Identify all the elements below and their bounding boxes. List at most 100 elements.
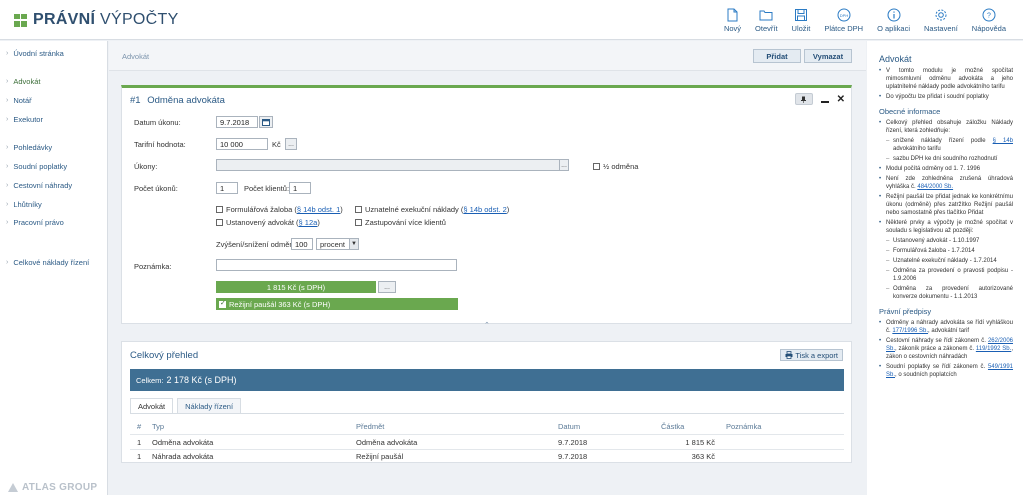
row-2-amount: 363 Kč xyxy=(691,452,715,461)
help-general-title: Obecné informace xyxy=(879,107,941,116)
sidebar-item-labor-law[interactable]: › Pracovní právo xyxy=(6,218,64,227)
file-icon xyxy=(727,8,738,22)
appointed-lawyer-checkbox[interactable]: Ustanovený advokát (§ 12a) xyxy=(216,218,320,227)
date-label: Datum úkonu: xyxy=(134,118,181,127)
help-link-14b[interactable]: § 14b xyxy=(993,138,1013,144)
multi-clients-checkbox[interactable]: Zastupování více klientů xyxy=(355,218,446,227)
info-icon xyxy=(887,8,901,22)
col-note: Poznámka xyxy=(726,422,762,431)
row-1-date: 9.7.2018 xyxy=(558,438,588,447)
sidebar-item-notary[interactable]: › Notář xyxy=(6,96,32,105)
fee-result: 1 815 Kč (s DPH) xyxy=(216,281,376,293)
currency-label: Kč xyxy=(272,140,281,149)
app-header: PRÁVNÍ VÝPOČTY Nový Otevřít Uložit DPH P… xyxy=(0,0,1023,40)
tab-lawyer[interactable]: Advokát xyxy=(130,398,174,414)
chevron-right-icon: › xyxy=(6,182,9,189)
tariff-more-button[interactable]: ... xyxy=(285,138,297,150)
svg-text:DPH: DPH xyxy=(839,13,848,18)
chevron-right-icon: › xyxy=(6,163,9,170)
row-2-num: 1 xyxy=(137,452,142,461)
sidebar-item-deadlines[interactable]: › Lhůtníky xyxy=(6,200,42,209)
adjust-unit-select[interactable]: procent ▼ xyxy=(316,238,359,250)
acts-more-button[interactable]: ... xyxy=(559,159,569,171)
row-1-subject: Odměna advokáta xyxy=(356,438,418,447)
total-bar: Celkem: 2 178 Kč (s DPH) xyxy=(130,369,844,391)
sidebar-item-executor[interactable]: › Exekutor xyxy=(6,115,43,124)
pin-button[interactable] xyxy=(794,93,813,105)
app-title: PRÁVNÍ VÝPOČTY xyxy=(33,11,179,28)
save-icon xyxy=(794,9,807,21)
row-2-type: Náhrada advokáta xyxy=(152,452,214,461)
sidebar: › Úvodní stránka › Advokát › Notář › Exekuto… xyxy=(0,41,108,495)
sidebar-item-home[interactable]: › Úvodní stránka xyxy=(6,49,64,58)
form-lawsuit-checkbox[interactable]: Formulářová žaloba (§ 14b odst. 1) xyxy=(216,205,343,214)
exec-costs-checkbox[interactable]: Uznatelné exekuční náklady (§ 14b odst. … xyxy=(355,205,509,214)
settings-button[interactable]: Nastavení xyxy=(917,8,965,33)
gear-icon xyxy=(935,9,947,21)
flat-fee-checkbox[interactable]: Režijní paušál 363 Kč (s DPH) xyxy=(216,298,458,310)
date-input[interactable]: 9.7.2018 xyxy=(216,116,258,128)
reset-button[interactable]: Vymazat xyxy=(804,49,852,63)
add-button[interactable]: Přidat xyxy=(753,49,801,63)
about-button[interactable]: O aplikaci xyxy=(870,8,917,33)
fee-card: #1 Odměna advokáta ✕ Datum úkonu: 9.7.20… xyxy=(121,85,852,324)
new-button[interactable]: Nový xyxy=(717,8,748,33)
chevron-right-icon: › xyxy=(6,116,9,123)
tab-costs[interactable]: Náklady řízení xyxy=(177,398,242,414)
vat-button[interactable]: DPH Plátce DPH xyxy=(817,8,870,33)
fee-result-more-button[interactable]: ... xyxy=(378,281,396,293)
close-icon[interactable]: ✕ xyxy=(837,94,845,105)
module-title: Advokát xyxy=(122,52,150,61)
collapse-arrow-icon[interactable]: ⌃ xyxy=(484,321,490,329)
help-intro-list: V tomto modulu je možné spočítat mimosml… xyxy=(879,67,1013,101)
sidebar-item-lawyer[interactable]: › Advokát xyxy=(6,77,40,86)
help-link-177[interactable]: 177/1996 Sb. xyxy=(892,328,928,334)
help-button[interactable]: ? Nápověda xyxy=(965,8,1013,33)
logo-icon xyxy=(14,13,27,27)
sidebar-item-total-costs[interactable]: › Celkové náklady řízení xyxy=(6,258,89,267)
pin-icon xyxy=(801,96,807,103)
help-link-119[interactable]: 119/1992 Sb. xyxy=(976,346,1011,352)
count-input[interactable]: 1 xyxy=(216,182,238,194)
calendar-button[interactable] xyxy=(259,116,273,128)
save-button[interactable]: Uložit xyxy=(785,8,818,33)
overview-title: Celkový přehled xyxy=(130,350,199,361)
sidebar-item-travel[interactable]: › Cestovní náhrady xyxy=(6,181,72,190)
tariff-label: Tarifní hodnota: xyxy=(134,140,186,149)
note-input[interactable] xyxy=(216,259,457,271)
col-type: Typ xyxy=(152,422,165,431)
chevron-right-icon: › xyxy=(6,219,9,226)
sidebar-item-court-fees[interactable]: › Soudní poplatky xyxy=(6,162,67,171)
exec-costs-link[interactable]: § 14b odst. 2 xyxy=(463,205,506,214)
main-toolbar: Nový Otevřít Uložit DPH Plátce DPH O apl… xyxy=(717,8,1013,33)
note-label: Poznámka: xyxy=(134,262,172,271)
help-title: Advokát xyxy=(879,54,912,64)
card-controls: ✕ xyxy=(794,93,845,105)
tariff-input[interactable]: 10 000 xyxy=(216,138,268,150)
atlas-triangle-icon xyxy=(8,483,18,492)
half-fee-checkbox[interactable]: ½ odměna xyxy=(593,162,638,171)
print-export-button[interactable]: Tisk a export xyxy=(780,349,843,361)
col-date: Datum xyxy=(558,422,581,431)
clients-input[interactable]: 1 xyxy=(289,182,311,194)
appointed-lawyer-link[interactable]: § 12a xyxy=(299,218,318,227)
sidebar-item-claims[interactable]: › Pohledávky xyxy=(6,143,52,152)
chevron-right-icon: › xyxy=(6,201,9,208)
chevron-right-icon: › xyxy=(6,144,9,151)
overview-card: Celkový přehled Tisk a export Celkem: 2 1… xyxy=(121,341,852,463)
minimize-icon[interactable] xyxy=(820,100,829,103)
help-icon: ? xyxy=(982,8,996,22)
app-logo[interactable]: PRÁVNÍ VÝPOČTY xyxy=(14,11,179,29)
help-link-484[interactable]: 484/2000 Sb. xyxy=(917,184,953,190)
adjust-input[interactable]: 100 xyxy=(291,238,313,250)
row-1-type: Odměna advokáta xyxy=(152,438,214,447)
open-button[interactable]: Otevřít xyxy=(748,8,785,33)
col-num: # xyxy=(137,422,142,431)
form-lawsuit-link[interactable]: § 14b odst. 1 xyxy=(297,205,340,214)
chevron-right-icon: › xyxy=(6,78,9,85)
atlas-logo: ATLAS GROUP xyxy=(8,482,97,493)
help-panel: Advokát V tomto modulu je možné spočítat… xyxy=(867,41,1023,495)
acts-input[interactable] xyxy=(216,159,561,171)
card-title: #1 Odměna advokáta xyxy=(130,95,225,106)
help-general-list: Celkový přehled obsahuje záložku Náklady… xyxy=(879,119,1013,301)
